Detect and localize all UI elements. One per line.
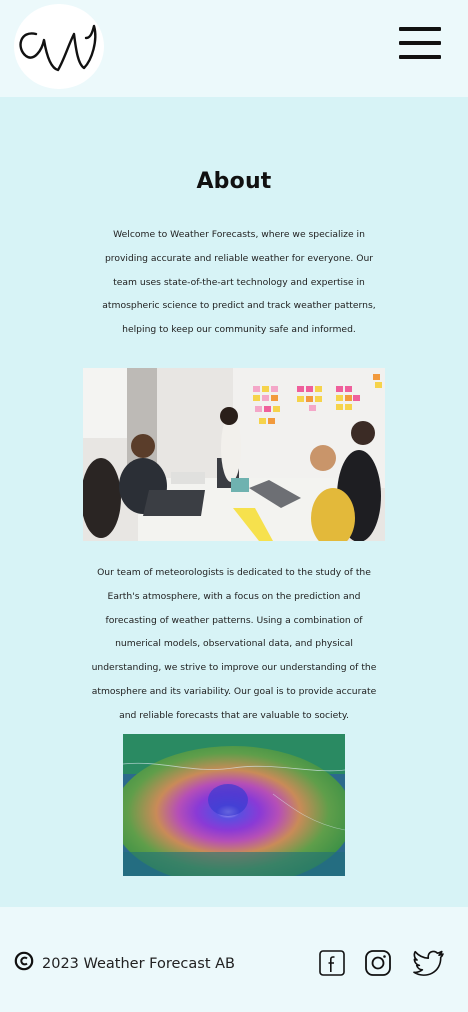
team-meeting-photo (83, 368, 385, 541)
menu-line (399, 27, 441, 31)
hurricane-map-image (123, 734, 345, 876)
facebook-icon[interactable] (318, 949, 346, 977)
menu-line (399, 41, 441, 45)
site-header (0, 0, 468, 97)
logo[interactable] (14, 4, 104, 89)
page-title: About (196, 169, 272, 194)
logo-w-icon (19, 24, 97, 72)
team-paragraph: Our team of meteorologists is dedicated … (91, 567, 377, 721)
menu-line (399, 55, 441, 59)
about-section: About Welcome to Weather Forecasts, wher… (0, 97, 468, 907)
hamburger-menu-icon[interactable] (399, 26, 441, 62)
site-footer: 2023 Weather Forecast AB (0, 907, 468, 1012)
intro-paragraph: Welcome to Weather Forecasts, where we s… (102, 229, 376, 336)
copyright-text: 2023 Weather Forecast AB (42, 956, 236, 972)
copyright-icon (14, 951, 34, 971)
instagram-icon[interactable] (364, 949, 392, 977)
twitter-icon[interactable] (413, 949, 445, 977)
